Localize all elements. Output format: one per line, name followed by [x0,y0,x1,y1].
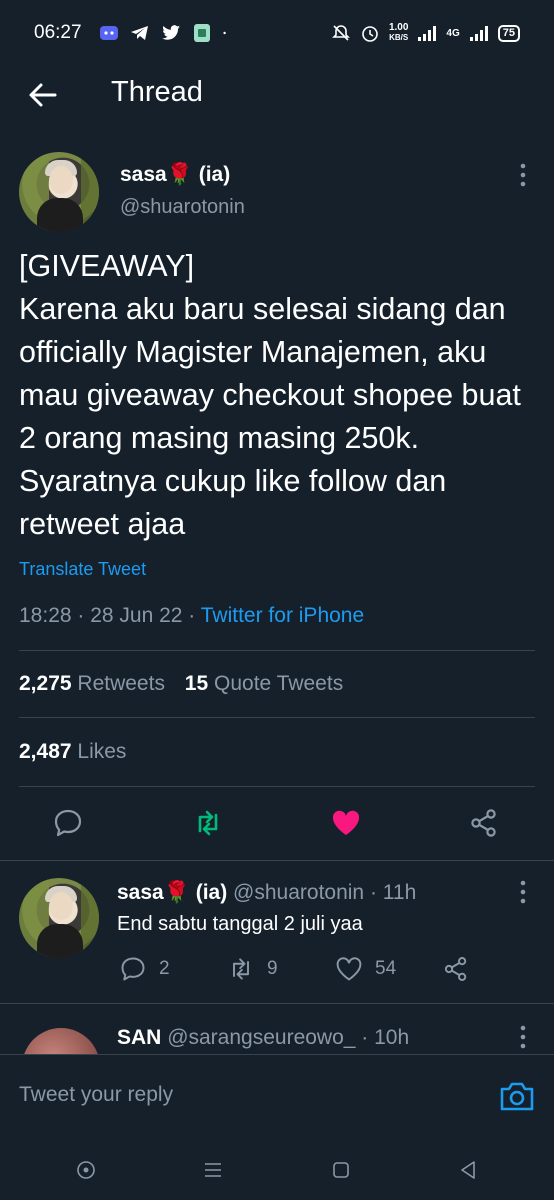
avatar[interactable] [19,878,99,958]
mute-bell-icon [332,25,350,41]
reply-header: SAN @sarangseureowo_ · 10h [117,1026,409,1050]
battery-icon: 75 [497,24,520,42]
tweet-source-link[interactable]: Twitter for iPhone [201,604,364,627]
quote-tweets-link[interactable]: 15 Quote Tweets [185,672,343,695]
like-count: 54 [375,958,397,979]
reply-compose-bar: Tweet your reply [0,1054,554,1140]
retweet-stats: 2,275 Retweets 15 Quote Tweets [19,672,343,696]
divider [0,1003,554,1004]
network-speed: 1.00 KB/S [388,22,409,43]
tweet-meta: 18:28 · 28 Jun 22 · Twitter for iPhone [19,604,364,628]
home-square-icon[interactable] [330,1159,352,1181]
like-heart-icon[interactable] [330,807,362,839]
divider [0,860,554,861]
reply-time: · 10h [361,1026,410,1049]
likes-stats[interactable]: 2,487 Likes [19,740,126,764]
more-options-icon[interactable] [519,879,527,905]
reply-count-button[interactable]: 2 [119,955,170,983]
signal-bars-icon-2 [469,26,488,41]
avatar[interactable] [22,1028,100,1054]
retweet-icon [233,958,249,980]
author-name[interactable]: sasa🌹 (ia) [117,881,227,904]
author-handle[interactable]: @shuarotonin [233,881,364,904]
reply-time: · 11h [369,881,417,904]
avatar[interactable] [19,152,99,232]
status-bar: 06:27 1.00 KB/S 4G 75 [0,0,554,66]
share-icon[interactable] [468,807,500,839]
retweets-link[interactable]: 2,275 Retweets [19,672,165,695]
discord-icon [99,26,118,40]
camera-icon[interactable] [498,1079,536,1113]
network-type: 4G [446,27,460,39]
like-count-button[interactable]: 54 [335,955,396,983]
page-title: Thread [111,76,203,108]
app-header: Thread [0,66,554,122]
tweet-timestamp: 18:28 · 28 Jun 22 · [19,604,201,627]
back-triangle-icon[interactable] [457,1159,479,1181]
divider [19,786,535,787]
translate-tweet-link[interactable]: Translate Tweet [19,559,146,580]
heart-outline-icon [336,957,362,981]
retweet-count: 9 [267,958,278,979]
more-options-icon[interactable] [519,162,527,188]
more-options-icon[interactable] [519,1024,527,1050]
reply-input[interactable]: Tweet your reply [19,1083,173,1107]
share-icon [444,957,467,981]
tweet-text: [GIVEAWAY] Karena aku baru selesai sidan… [19,249,521,541]
reply-icon [121,957,145,981]
retweet-count-button[interactable]: 9 [227,955,278,983]
notification-app-icon [193,24,210,42]
share-button[interactable] [442,955,470,983]
more-notifications-dot-icon [222,31,226,35]
system-nav-bar [0,1140,554,1200]
reply-tweet[interactable]: SAN @sarangseureowo_ · 10h [0,1006,554,1054]
author-name[interactable]: sasa🌹 (ia) [120,163,230,187]
back-arrow-icon[interactable] [26,78,60,112]
author-handle[interactable]: @shuarotonin [120,196,245,219]
divider [19,650,535,651]
twitter-bird-icon [161,25,180,40]
reply-icon[interactable] [52,807,84,839]
reply-tweet[interactable]: sasa🌹 (ia) @shuarotonin · 11h End sabtu … [0,862,554,1004]
retweet-icon[interactable] [192,807,224,839]
status-time: 06:27 [34,22,82,43]
reply-text: End sabtu tanggal 2 juli yaa [117,913,363,935]
reply-count: 2 [159,958,170,979]
assistant-dot-icon[interactable] [75,1159,97,1181]
divider [19,717,535,718]
recent-apps-menu-icon[interactable] [202,1159,224,1181]
author-name[interactable]: SAN [117,1026,161,1049]
alarm-icon [362,26,378,42]
reply-header: sasa🌹 (ia) @shuarotonin · 11h [117,881,416,905]
telegram-icon [130,26,148,40]
author-handle[interactable]: @sarangseureowo_ [167,1026,355,1049]
signal-bars-icon [418,26,437,41]
